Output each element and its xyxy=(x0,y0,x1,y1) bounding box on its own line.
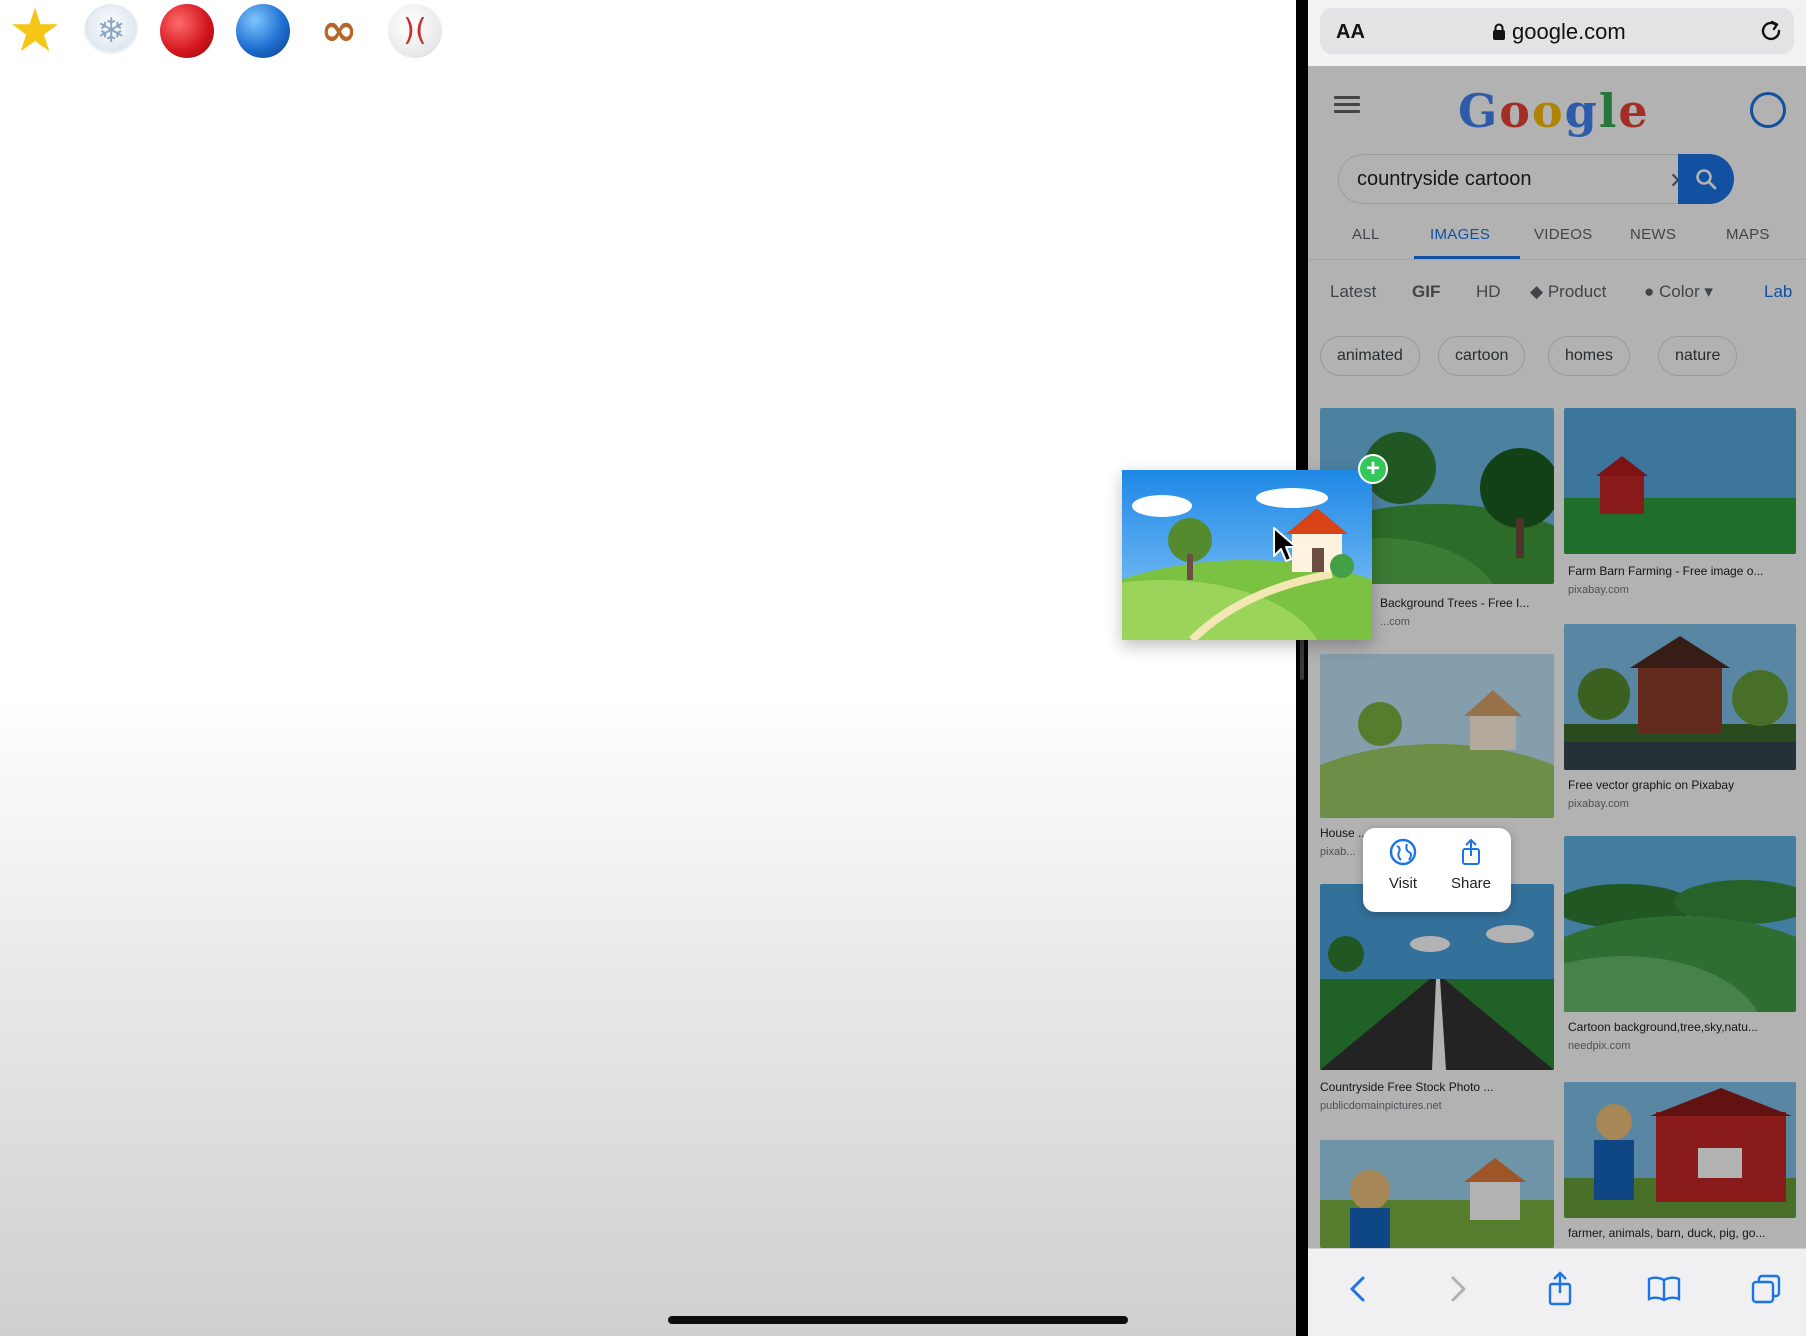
web-content: Google countryside cartoon ✕ ALL IMAGES … xyxy=(1308,66,1806,1248)
safari-toolbar xyxy=(1308,1248,1806,1336)
reload-icon[interactable] xyxy=(1758,18,1784,44)
emoji-row: ★ ❄ ∞ )( xyxy=(8,1,442,61)
cloud-snow-emoji-icon[interactable]: ❄ xyxy=(84,4,138,58)
address-bar: AA google.com xyxy=(1308,0,1806,66)
link-context-menu: Visit Share xyxy=(1363,828,1511,912)
drag-dim-overlay xyxy=(1308,66,1806,1248)
apple-emoji-icon[interactable] xyxy=(160,4,214,58)
countryside-house-image xyxy=(1122,470,1372,640)
dragged-image-preview[interactable] xyxy=(1122,470,1372,640)
baseball-emoji-icon[interactable]: )( xyxy=(388,4,442,58)
safari-pane: AA google.com Google countryside cartoon… xyxy=(1308,0,1806,1336)
bookmarks-button[interactable] xyxy=(1644,1269,1684,1309)
chevron-right-icon xyxy=(1451,1276,1466,1302)
lock-icon xyxy=(1493,23,1505,40)
globe-icon xyxy=(1389,838,1417,866)
pointer-cursor-icon xyxy=(1273,527,1297,562)
book-icon xyxy=(1647,1276,1681,1302)
star-emoji-icon[interactable]: ★ xyxy=(8,1,62,61)
share-icon xyxy=(1548,1271,1572,1306)
tabs-icon xyxy=(1751,1274,1781,1304)
share-icon xyxy=(1462,838,1480,865)
home-indicator[interactable] xyxy=(668,1316,1128,1324)
visit-label: Visit xyxy=(1388,875,1418,892)
tabs-button[interactable] xyxy=(1746,1269,1786,1309)
back-button[interactable] xyxy=(1338,1269,1378,1309)
share-button[interactable]: Share xyxy=(1441,838,1501,892)
share-label: Share xyxy=(1450,875,1492,892)
visit-button[interactable]: Visit xyxy=(1373,838,1433,892)
reader-aa-button[interactable]: AA xyxy=(1336,21,1365,44)
address-field[interactable]: AA google.com xyxy=(1320,8,1794,54)
globe-emoji-icon[interactable] xyxy=(236,4,290,58)
share-toolbar-button[interactable] xyxy=(1540,1269,1580,1309)
add-plus-badge-icon: + xyxy=(1358,454,1388,484)
chevron-left-icon xyxy=(1350,1276,1365,1302)
forward-button[interactable] xyxy=(1438,1269,1478,1309)
url-text[interactable]: google.com xyxy=(1512,19,1626,45)
pretzel-emoji-icon[interactable]: ∞ xyxy=(312,4,366,58)
left-app-pane: ★ ❄ ∞ )( xyxy=(0,0,1296,1336)
